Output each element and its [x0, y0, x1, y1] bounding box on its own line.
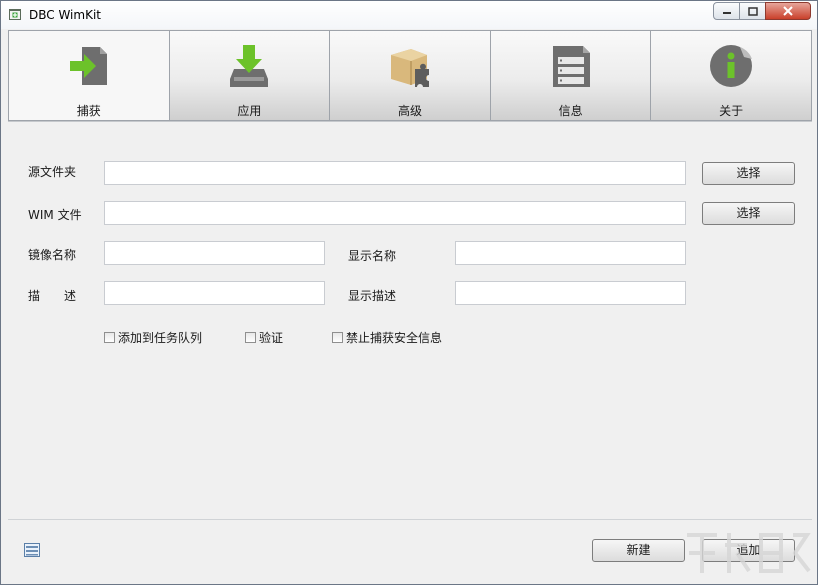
- tab-content-divider: [8, 121, 812, 122]
- no-security-info-label: 禁止捕获安全信息: [346, 331, 443, 345]
- title-bar[interactable]: DBC WimKit: [1, 1, 817, 29]
- image-name-label: 镜像名称: [28, 248, 77, 262]
- checkbox-box[interactable]: [104, 332, 115, 343]
- footer-divider: [8, 519, 812, 520]
- tab-capture-label: 捕获: [76, 104, 101, 118]
- maximize-button[interactable]: [739, 2, 766, 20]
- close-icon: [783, 6, 793, 16]
- advanced-puzzle-box-icon: [390, 49, 429, 87]
- apply-download-icon: [230, 45, 269, 87]
- window-title: DBC WimKit: [29, 8, 101, 22]
- verify-checkbox[interactable]: 验证: [245, 329, 283, 346]
- maximize-icon: [747, 6, 758, 16]
- verify-label: 验证: [259, 331, 284, 345]
- tab-advanced[interactable]: 高级: [329, 31, 490, 120]
- tab-info-label: 信息: [558, 104, 583, 118]
- task-list-icon[interactable]: [24, 543, 40, 557]
- tab-about-label: 关于: [719, 104, 744, 118]
- capture-arrow-icon: [69, 47, 107, 85]
- tab-about[interactable]: 关于: [650, 31, 811, 120]
- source-folder-field[interactable]: [104, 161, 686, 185]
- tab-capture[interactable]: 捕获: [9, 31, 169, 120]
- display-description-label: 显示描述: [348, 289, 397, 303]
- window-controls: [713, 2, 811, 20]
- display-description-field[interactable]: [455, 281, 686, 305]
- no-security-info-checkbox[interactable]: 禁止捕获安全信息: [332, 329, 442, 346]
- tab-info[interactable]: 信息: [489, 31, 651, 120]
- minimize-button[interactable]: [713, 2, 740, 20]
- display-name-field[interactable]: [455, 241, 686, 265]
- display-name-label: 显示名称: [348, 249, 397, 263]
- minimize-icon: [722, 12, 731, 14]
- source-folder-label: 源文件夹: [28, 165, 77, 179]
- app-window: DBC WimKit 捕获 应用 高级 信息 关于 源文件夹 选择 WIM 文件…: [0, 0, 818, 585]
- tab-apply[interactable]: 应用: [168, 31, 330, 120]
- watermark-logo: [687, 533, 811, 573]
- checkbox-box[interactable]: [332, 332, 343, 343]
- description-field[interactable]: [104, 281, 325, 305]
- wim-file-field[interactable]: [104, 201, 686, 225]
- info-document-icon: [552, 46, 590, 87]
- add-to-queue-label: 添加到任务队列: [118, 331, 203, 345]
- app-icon: [9, 9, 21, 20]
- tab-advanced-label: 高级: [397, 104, 422, 118]
- new-button[interactable]: 新建: [592, 539, 685, 562]
- main-tab-bar: 捕获 应用 高级 信息 关于: [8, 30, 812, 121]
- wim-file-label: WIM 文件: [28, 208, 82, 222]
- add-to-queue-checkbox[interactable]: 添加到任务队列: [104, 329, 202, 346]
- image-name-field[interactable]: [104, 241, 325, 265]
- checkbox-box[interactable]: [245, 332, 256, 343]
- description-label: 描 述: [28, 289, 77, 303]
- browse-source-button[interactable]: 选择: [702, 162, 795, 185]
- browse-wim-button[interactable]: 选择: [702, 202, 795, 225]
- close-button[interactable]: [765, 2, 811, 20]
- about-info-icon: [710, 45, 753, 87]
- tab-apply-label: 应用: [237, 104, 262, 118]
